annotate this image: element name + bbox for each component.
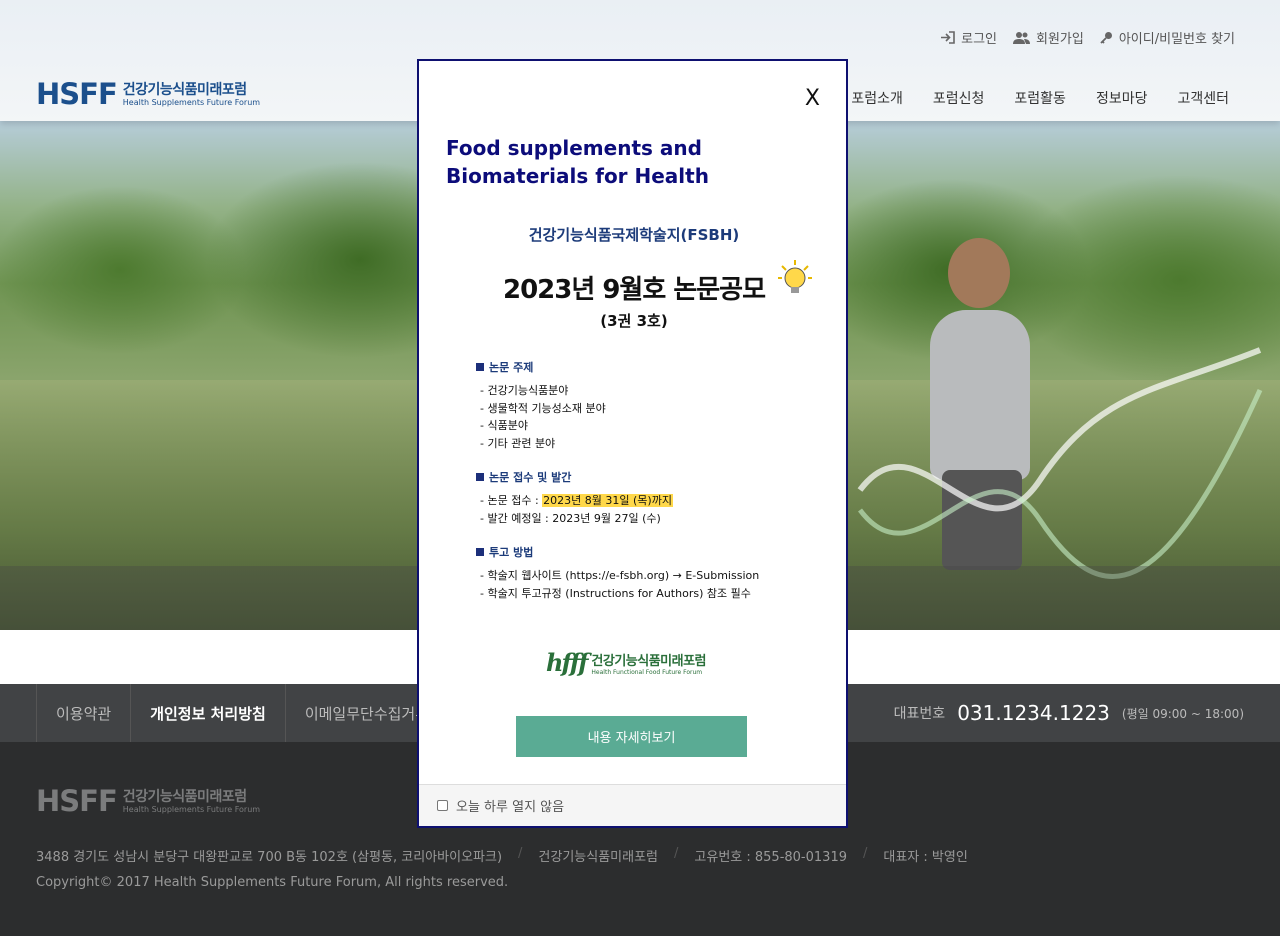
registration-number: 고유번호 : 855-80-01319 (694, 850, 847, 865)
journal-name: 건강기능식품국제학술지(FSBH) (528, 226, 740, 244)
signup-link[interactable]: 회원가입 (1013, 28, 1084, 47)
method-item: - 학술지 웹사이트 (https://e-fsbh.org) → E-Subm… (480, 569, 760, 582)
receipt-deadline: - 논문 접수 : 2023년 8월 31일 (목)까지 (480, 494, 673, 507)
popup-close-button[interactable]: X (805, 88, 820, 110)
nav-item-about[interactable]: 포럼소개 (836, 88, 918, 108)
section-heading: 투고 방법 (489, 546, 534, 559)
footer-address-line: 3488 경기도 성남시 분당구 대왕판교로 700 B동 102호 (삼평동,… (36, 846, 968, 865)
logo-english-name: Health Supplements Future Forum (122, 97, 261, 107)
users-icon (1013, 31, 1030, 44)
dont-show-today-label[interactable]: 오늘 하루 열지 않음 (456, 796, 564, 815)
call-for-papers-poster: 건강기능식품국제학술지(FSBH) 2023년 9월호 논문공모 (3권 3호)… (444, 206, 824, 706)
utility-links: 로그인 회원가입 아이디/비밀번호 찾기 (940, 28, 1235, 47)
popup-title: Food supplements and Biomaterials for He… (446, 136, 709, 188)
section-submission: 논문 접수 및 발간 - 논문 접수 : 2023년 8월 31일 (목)까지 … (476, 469, 824, 527)
view-details-button[interactable]: 내용 자세히보기 (516, 716, 747, 757)
find-account-link[interactable]: 아이디/비밀번호 찾기 (1100, 28, 1235, 47)
nav-item-support[interactable]: 고객센터 (1162, 88, 1280, 108)
popup-footer: 오늘 하루 열지 않음 (419, 784, 846, 826)
nav-item-info[interactable]: 정보마당 (1081, 88, 1163, 108)
topic-item: - 건강기능식품분야 (480, 384, 569, 397)
footer-logo-korean: 건강기능식품미래포럼 (122, 788, 247, 805)
phone-number: 031.1234.1223 (957, 701, 1110, 725)
signup-label: 회원가입 (1036, 32, 1084, 47)
terms-link[interactable]: 이용약관 (36, 684, 130, 742)
section-how-to-submit: 투고 방법 - 학술지 웹사이트 (https://e-fsbh.org) → … (476, 544, 824, 602)
login-icon (940, 31, 955, 44)
logo-mark: HSFF (36, 77, 118, 111)
section-topics: 논문 주제 - 건강기능식품분야 - 생물학적 기능성소재 분야 - 식품분야 … (476, 359, 824, 452)
poster-logo-mark: hfff (546, 648, 588, 677)
poster-logo-korean: 건강기능식품미래포럼 (591, 653, 707, 669)
method-item: - 학술지 투고규정 (Instructions for Authors) 참조… (480, 586, 751, 600)
privacy-policy-link[interactable]: 개인정보 처리방침 (130, 684, 285, 742)
topic-item: - 기타 관련 분야 (480, 436, 556, 450)
dont-show-today-checkbox[interactable] (437, 800, 448, 811)
poster-logo-english: Health Functional Food Future Forum (591, 668, 703, 676)
poster-logo: hfff 건강기능식품미래포럼 Health Functional Food F… (546, 648, 707, 677)
main-navigation: 포럼소개 포럼신청 포럼활동 정보마당 고객센터 (836, 88, 1280, 108)
address: 3488 경기도 성남시 분당구 대왕판교로 700 B동 102호 (삼평동,… (36, 850, 503, 865)
footer-links: 이용약관 개인정보 처리방침 이메일무단수집거부 (36, 684, 448, 742)
nav-item-apply[interactable]: 포럼신청 (918, 88, 1000, 108)
phone-label: 대표번호 (893, 706, 946, 722)
logo-korean-name: 건강기능식품미래포럼 (122, 81, 247, 98)
footer-logo: HSFF 건강기능식품미래포럼 Health Supplements Futur… (36, 787, 260, 816)
copyright: Copyright© 2017 Health Supplements Futur… (36, 875, 509, 890)
key-icon (1100, 31, 1113, 44)
footer-logo-english: Health Supplements Future Forum (122, 804, 261, 814)
footer-logo-mark: HSFF (36, 784, 118, 818)
topic-item: - 식품분야 (480, 419, 528, 432)
ceo-name: 대표자 : 박영인 (883, 850, 968, 865)
site-logo[interactable]: HSFF 건강기능식품미래포럼 Health Supplements Futur… (36, 80, 260, 109)
nav-item-activities[interactable]: 포럼활동 (999, 88, 1081, 108)
phone-hours: (평일 09:00 ~ 18:00) (1121, 706, 1244, 721)
login-label: 로그인 (961, 32, 997, 47)
phone-info: 대표번호 031.1234.1223 (평일 09:00 ~ 18:00) (894, 684, 1244, 742)
section-heading: 논문 접수 및 발간 (489, 471, 572, 484)
poster-headline: 2023년 9월호 논문공모 (503, 275, 766, 305)
find-account-label: 아이디/비밀번호 찾기 (1118, 32, 1235, 47)
publish-date: - 발간 예정일 : 2023년 9월 27일 (수) (480, 511, 661, 525)
deadline-highlight: 2023년 8월 31일 (목)까지 (542, 494, 673, 507)
lightbulb-icon (778, 258, 812, 304)
topic-item: - 생물학적 기능성소재 분야 (480, 401, 606, 415)
org-name: 건강기능식품미래포럼 (538, 850, 659, 865)
poster-volume: (3권 3호) (600, 312, 668, 330)
section-heading: 논문 주제 (489, 361, 534, 374)
announcement-popup: X Food supplements and Biomaterials for … (417, 59, 848, 828)
login-link[interactable]: 로그인 (940, 28, 997, 47)
